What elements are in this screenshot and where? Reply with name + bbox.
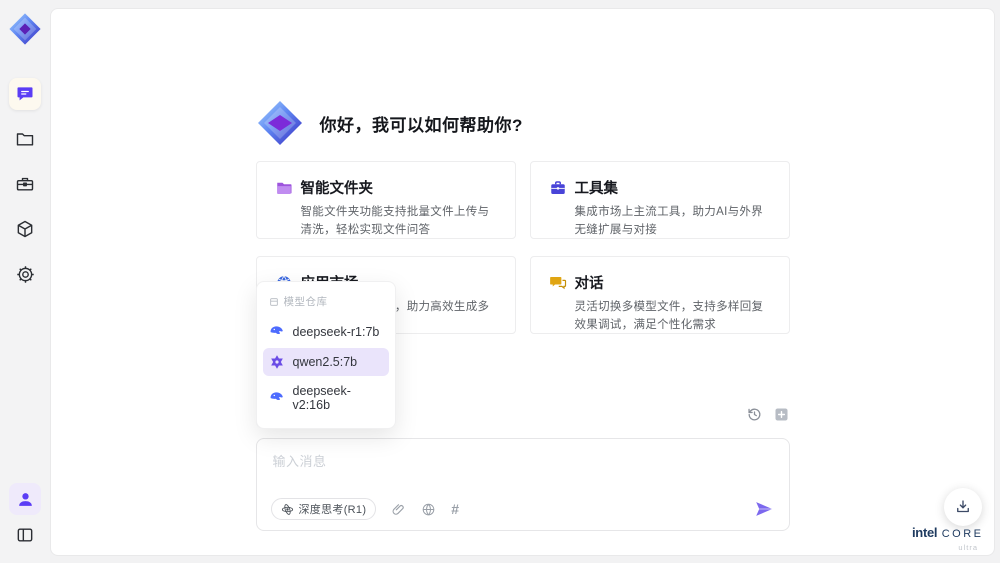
user-icon [18, 492, 32, 506]
model-option-deepseek-v2[interactable]: deepseek-v2:16b [263, 378, 389, 418]
chat-actions [746, 406, 790, 423]
sidebar-item-settings[interactable] [9, 258, 41, 290]
deep-think-label: 深度思考(R1) [298, 504, 367, 516]
card-desc: 智能文件夹功能支持批量文件上传与清洗，轻松实现文件问答 [300, 206, 490, 236]
settings-icon [16, 265, 34, 283]
intel-tier-text: ultra [958, 543, 978, 552]
model-dropdown-header-label: 模型仓库 [283, 296, 328, 308]
toolbox-icon [16, 177, 34, 191]
composer: 深度思考(R1) # [255, 438, 790, 531]
model-option-label: deepseek-v2:16b [292, 384, 351, 412]
send-icon[interactable] [753, 498, 775, 520]
card-desc: 灵活切换多模型文件，支持多样回复效果调试，满足个性化需求 [574, 301, 764, 331]
intel-brand-text: intel [912, 525, 938, 540]
app-logo [6, 10, 44, 48]
history-icon[interactable] [746, 406, 763, 423]
card-title: 对话 [574, 276, 604, 292]
paperclip-icon[interactable] [391, 502, 406, 517]
greeting: 你好，我可以如何帮助你? [256, 9, 790, 147]
qwen-icon [270, 355, 283, 369]
panel-layout-icon [17, 528, 33, 542]
sidebar-item-account[interactable] [9, 483, 41, 515]
hash-icon[interactable]: # [451, 501, 459, 517]
deepseek-icon [270, 326, 283, 335]
model-dropdown: 模型仓库 deepseek-r1:7b qwen2.5:7b deepseek-… [255, 281, 396, 429]
deepseek-icon [270, 392, 283, 401]
app-window: 你好，我可以如何帮助你? 智能文件夹 智能文件夹功能支持批量文件上传与清洗，轻松… [0, 0, 1000, 563]
card-desc: 集成市场上主流工具，助力AI与外界无缝扩展与对接 [574, 206, 763, 236]
greeting-title: 你好，我可以如何帮助你? [319, 115, 523, 135]
card-toolset[interactable]: 工具集 集成市场上主流工具，助力AI与外界无缝扩展与对接 [529, 161, 790, 239]
app-logo-diamond-icon [9, 13, 41, 45]
chat-yellow-icon [549, 276, 566, 289]
globe-icon[interactable] [421, 502, 436, 517]
model-option-label: qwen2.5:7b [292, 355, 358, 369]
download-icon [957, 500, 969, 513]
cube-icon [17, 220, 33, 238]
folder-icon [16, 133, 34, 146]
folder-purple-icon [276, 182, 291, 194]
sidebar-item-collapse[interactable] [9, 519, 41, 551]
sidebar-item-chat[interactable] [9, 78, 41, 110]
card-dialogue[interactable]: 对话 灵活切换多模型文件，支持多样回复效果调试，满足个性化需求 [529, 256, 790, 334]
model-option-label: deepseek-r1:7b [292, 325, 380, 339]
message-input[interactable] [270, 449, 775, 498]
card-smart-folder[interactable]: 智能文件夹 智能文件夹功能支持批量文件上传与清洗，轻松实现文件问答 [255, 161, 516, 239]
app-logo-diamond-icon [257, 101, 302, 145]
model-option-deepseek-r1[interactable]: deepseek-r1:7b [263, 318, 389, 346]
sidebar-bottom [9, 483, 41, 551]
content-column: 你好，我可以如何帮助你? 智能文件夹 智能文件夹功能支持批量文件上传与清洗，轻松… [255, 9, 790, 555]
model-dropdown-header: 模型仓库 [257, 292, 395, 316]
deep-think-toggle[interactable]: 深度思考(R1) [270, 498, 377, 520]
sidebar-nav [9, 78, 41, 290]
atom-icon [281, 503, 293, 515]
repository-icon [269, 297, 278, 306]
sidebar-item-folders[interactable] [9, 123, 41, 155]
main-panel: 你好，我可以如何帮助你? 智能文件夹 智能文件夹功能支持批量文件上传与清洗，轻松… [50, 8, 995, 556]
toolbox-blue-icon [550, 180, 565, 194]
composer-toolbar: 深度思考(R1) # [270, 498, 775, 520]
intel-core-badge: intel core ultra [912, 524, 982, 552]
card-title: 工具集 [574, 181, 619, 197]
model-option-qwen[interactable]: qwen2.5:7b [262, 348, 389, 376]
new-chat-icon[interactable] [773, 406, 790, 423]
download-button[interactable] [944, 488, 982, 526]
sidebar-item-app-market[interactable] [9, 213, 41, 245]
card-title: 智能文件夹 [300, 181, 374, 197]
chat-icon [17, 87, 33, 101]
sidebar-item-toolset[interactable] [9, 168, 41, 200]
sidebar [0, 0, 50, 563]
intel-product-text: core [941, 528, 984, 540]
